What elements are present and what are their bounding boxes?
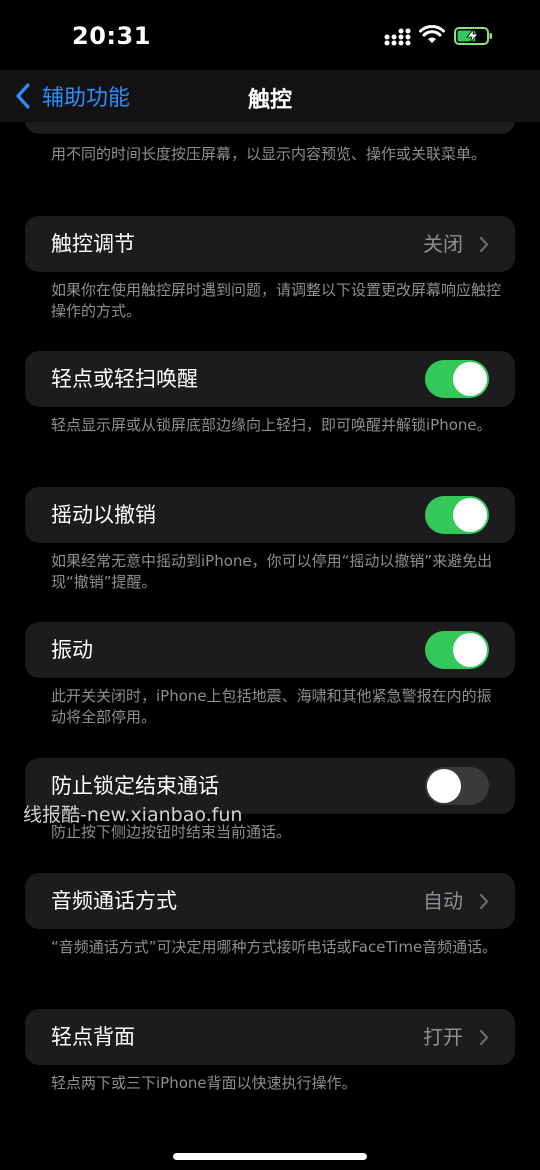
row-shake-to-undo: 摇动以撤销 xyxy=(25,487,515,543)
row-label: 摇动以撤销 xyxy=(51,503,156,527)
home-indicator[interactable] xyxy=(173,1153,367,1160)
row-call-audio-routing[interactable]: 音频通话方式 自动 xyxy=(25,873,515,929)
chevron-right-icon xyxy=(479,1029,489,1046)
screen: 20:31 辅助功能 触控 用不同的时间长度按压屏幕，以显示内容预览、操作或关联… xyxy=(0,0,540,1170)
row-vibration: 振动 xyxy=(25,622,515,678)
toggle-knob xyxy=(453,498,487,532)
chevron-right-icon xyxy=(479,893,489,910)
chevron-right-icon xyxy=(479,236,489,253)
row-touch-accommodations[interactable]: 触控调节 关闭 xyxy=(25,216,515,272)
row-tap-to-wake: 轻点或轻扫唤醒 xyxy=(25,351,515,407)
row-label: 轻点或轻扫唤醒 xyxy=(51,367,198,391)
row-label: 触控调节 xyxy=(51,232,135,256)
row-value: 自动 xyxy=(423,889,463,913)
footnote-tap-to-wake: 轻点显示屏或从锁屏底部边缘向上轻扫，即可唤醒并解锁iPhone。 xyxy=(51,416,492,434)
footnote-call-audio-routing: “音频通话方式”可决定用哪种方式接听电话或FaceTime音频通话。 xyxy=(51,938,498,956)
toggle-knob xyxy=(453,362,487,396)
row-value: 关闭 xyxy=(423,232,463,256)
row-back-tap[interactable]: 轻点背面 打开 xyxy=(25,1009,515,1065)
footnote-back-tap: 轻点两下或三下iPhone背面以快速执行操作。 xyxy=(51,1074,357,1092)
toggle-knob xyxy=(427,769,461,803)
battery-charging-icon xyxy=(454,27,492,45)
status-bar: 20:31 xyxy=(0,0,540,70)
row-label: 振动 xyxy=(51,638,93,662)
shake-to-undo-toggle[interactable] xyxy=(425,496,489,534)
navigation-bar: 辅助功能 触控 xyxy=(0,70,540,122)
footnote-haptic-touch: 用不同的时间长度按压屏幕，以显示内容预览、操作或关联菜单。 xyxy=(51,145,487,163)
footnote-vibration: 此开关关闭时，iPhone上包括地震、海啸和其他紧急警报在内的振动将全部停用。 xyxy=(51,687,492,726)
toggle-knob xyxy=(453,633,487,667)
row-label: 轻点背面 xyxy=(51,1025,135,1049)
footnote-touch-accommodations: 如果你在使用触控屏时遇到问题，请调整以下设置更改屏幕响应触控操作的方式。 xyxy=(51,281,502,320)
status-time: 20:31 xyxy=(72,22,151,50)
row-value: 打开 xyxy=(423,1025,463,1049)
row-label: 音频通话方式 xyxy=(51,889,177,913)
cellular-signal-icon xyxy=(384,28,411,46)
tap-to-wake-toggle[interactable] xyxy=(425,360,489,398)
watermark-text: 线报酷-new.xianbao.fun xyxy=(23,804,243,826)
page-title: 触控 xyxy=(247,88,292,113)
prevent-lock-end-call-toggle[interactable] xyxy=(425,767,489,805)
footnote-shake-to-undo: 如果经常无意中摇动到iPhone，你可以停用“摇动以撤销”来避免出现“撤销”提醒… xyxy=(51,552,493,591)
vibration-toggle[interactable] xyxy=(425,631,489,669)
wifi-icon xyxy=(419,25,445,43)
